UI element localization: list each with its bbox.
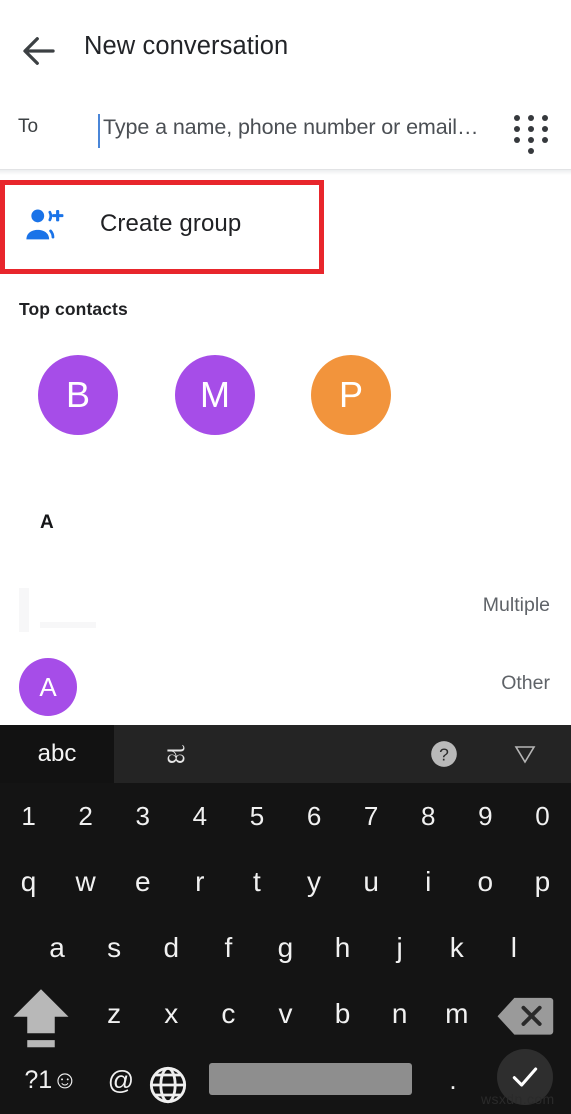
key-j[interactable]: j <box>371 915 428 981</box>
keyboard-tab-latin[interactable]: abc <box>0 725 114 783</box>
keyboard-key-rows: 1 2 3 4 5 6 7 8 9 0 q w e r t y u i o p … <box>0 783 571 1114</box>
to-label: To <box>18 116 39 137</box>
on-screen-keyboard: abc ಹ ? 1 2 3 4 5 6 7 8 9 0 q w e r t y … <box>0 725 571 1114</box>
contact-avatar: A <box>19 658 77 716</box>
key-h[interactable]: h <box>314 915 371 981</box>
avatar-initial: M <box>200 374 230 415</box>
contact-subtype: Multiple <box>482 594 550 616</box>
key-u[interactable]: u <box>343 849 400 915</box>
key-c[interactable]: c <box>200 981 257 1047</box>
key-4[interactable]: 4 <box>171 783 228 849</box>
dialpad-icon[interactable] <box>509 110 553 154</box>
recipient-input[interactable]: Type a name, phone number or email… <box>98 110 506 154</box>
space-key[interactable] <box>209 1063 412 1095</box>
top-contacts-heading: Top contacts <box>19 299 128 319</box>
page-title: New conversation <box>84 32 289 60</box>
keyboard-row-numbers: 1 2 3 4 5 6 7 8 9 0 <box>0 783 571 849</box>
keyboard-row-qwerty: q w e r t y u i o p <box>0 849 571 915</box>
key-r[interactable]: r <box>171 849 228 915</box>
top-contact-avatar[interactable]: M <box>175 355 255 435</box>
keyboard-toolbar: abc ಹ ? <box>0 725 571 783</box>
svg-text:?: ? <box>439 744 449 764</box>
person-add-icon <box>22 206 66 246</box>
key-v[interactable]: v <box>257 981 314 1047</box>
shift-caps-icon[interactable] <box>8 981 74 1048</box>
header-divider-shadow <box>0 170 571 175</box>
period-key[interactable]: . <box>430 1047 476 1113</box>
keyboard-tab-script[interactable]: ಹ <box>114 725 238 783</box>
contact-list-item[interactable]: A Other <box>0 658 571 732</box>
help-circle-icon[interactable]: ? <box>430 740 458 768</box>
recipient-row: To Type a name, phone number or email… <box>0 96 571 168</box>
create-group-label: Create group <box>100 210 242 237</box>
key-q[interactable]: q <box>0 849 57 915</box>
contact-list-item[interactable]: Multiple <box>0 580 571 654</box>
key-l[interactable]: l <box>485 915 542 981</box>
key-y[interactable]: y <box>286 849 343 915</box>
backspace-icon[interactable] <box>496 995 554 1035</box>
app-bar: New conversation <box>0 0 571 96</box>
key-i[interactable]: i <box>400 849 457 915</box>
key-x[interactable]: x <box>143 981 200 1047</box>
key-k[interactable]: k <box>428 915 485 981</box>
key-e[interactable]: e <box>114 849 171 915</box>
key-d[interactable]: d <box>143 915 200 981</box>
back-arrow-icon[interactable] <box>18 30 60 72</box>
key-s[interactable]: s <box>86 915 143 981</box>
top-contacts-avatars: B M P <box>0 355 571 437</box>
key-g[interactable]: g <box>257 915 314 981</box>
create-group-button[interactable]: Create group <box>0 180 571 274</box>
top-contact-avatar[interactable]: P <box>311 355 391 435</box>
symbols-key[interactable]: ?1☺ <box>8 1047 94 1113</box>
key-0[interactable]: 0 <box>514 783 571 849</box>
key-o[interactable]: o <box>457 849 514 915</box>
key-w[interactable]: w <box>57 849 114 915</box>
globe-language-icon[interactable] <box>148 1065 188 1104</box>
avatar-initial: B <box>65 374 90 415</box>
key-7[interactable]: 7 <box>343 783 400 849</box>
at-key[interactable]: @ <box>92 1047 150 1113</box>
key-f[interactable]: f <box>200 915 257 981</box>
top-contact-avatar[interactable]: B <box>38 355 118 435</box>
text-caret <box>98 114 100 148</box>
key-8[interactable]: 8 <box>400 783 457 849</box>
contact-subtype: Other <box>501 672 550 694</box>
avatar-initial: A <box>39 671 57 702</box>
recipient-placeholder: Type a name, phone number or email… <box>103 115 479 139</box>
key-2[interactable]: 2 <box>57 783 114 849</box>
keyboard-row-home: a s d f g h j k l <box>0 915 571 981</box>
key-9[interactable]: 9 <box>457 783 514 849</box>
keyboard-row-bottom-letters: z x c v b n m <box>0 981 571 1048</box>
key-a[interactable]: a <box>29 915 86 981</box>
key-3[interactable]: 3 <box>114 783 171 849</box>
key-b[interactable]: b <box>314 981 371 1047</box>
key-t[interactable]: t <box>228 849 285 915</box>
key-5[interactable]: 5 <box>228 783 285 849</box>
chevron-down-icon[interactable] <box>513 743 537 765</box>
contact-section-header: A <box>40 512 54 533</box>
watermark-text: wsxdn.com <box>481 1091 555 1107</box>
key-n[interactable]: n <box>371 981 428 1047</box>
key-p[interactable]: p <box>514 849 571 915</box>
key-z[interactable]: z <box>86 981 143 1047</box>
avatar-initial: P <box>338 374 363 415</box>
key-6[interactable]: 6 <box>286 783 343 849</box>
new-conversation-screen: New conversation To Type a name, phone n… <box>0 0 571 1114</box>
key-1[interactable]: 1 <box>0 783 57 849</box>
key-m[interactable]: m <box>428 981 485 1047</box>
